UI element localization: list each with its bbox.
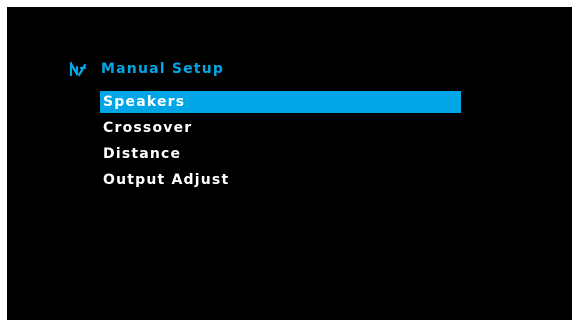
- menu-item-speakers[interactable]: Speakers: [100, 91, 461, 113]
- speaker-setup-icon: [69, 61, 87, 77]
- menu-item-distance[interactable]: Distance: [100, 143, 461, 165]
- page-title: Manual Setup: [101, 61, 225, 77]
- menu-item-output-adjust[interactable]: Output Adjust: [100, 169, 461, 191]
- menu-header: Manual Setup: [69, 59, 224, 79]
- setup-menu: Speakers Crossover Distance Output Adjus…: [100, 91, 461, 195]
- menu-item-crossover[interactable]: Crossover: [100, 117, 461, 139]
- setup-screen: Manual Setup Speakers Crossover Distance…: [7, 7, 572, 320]
